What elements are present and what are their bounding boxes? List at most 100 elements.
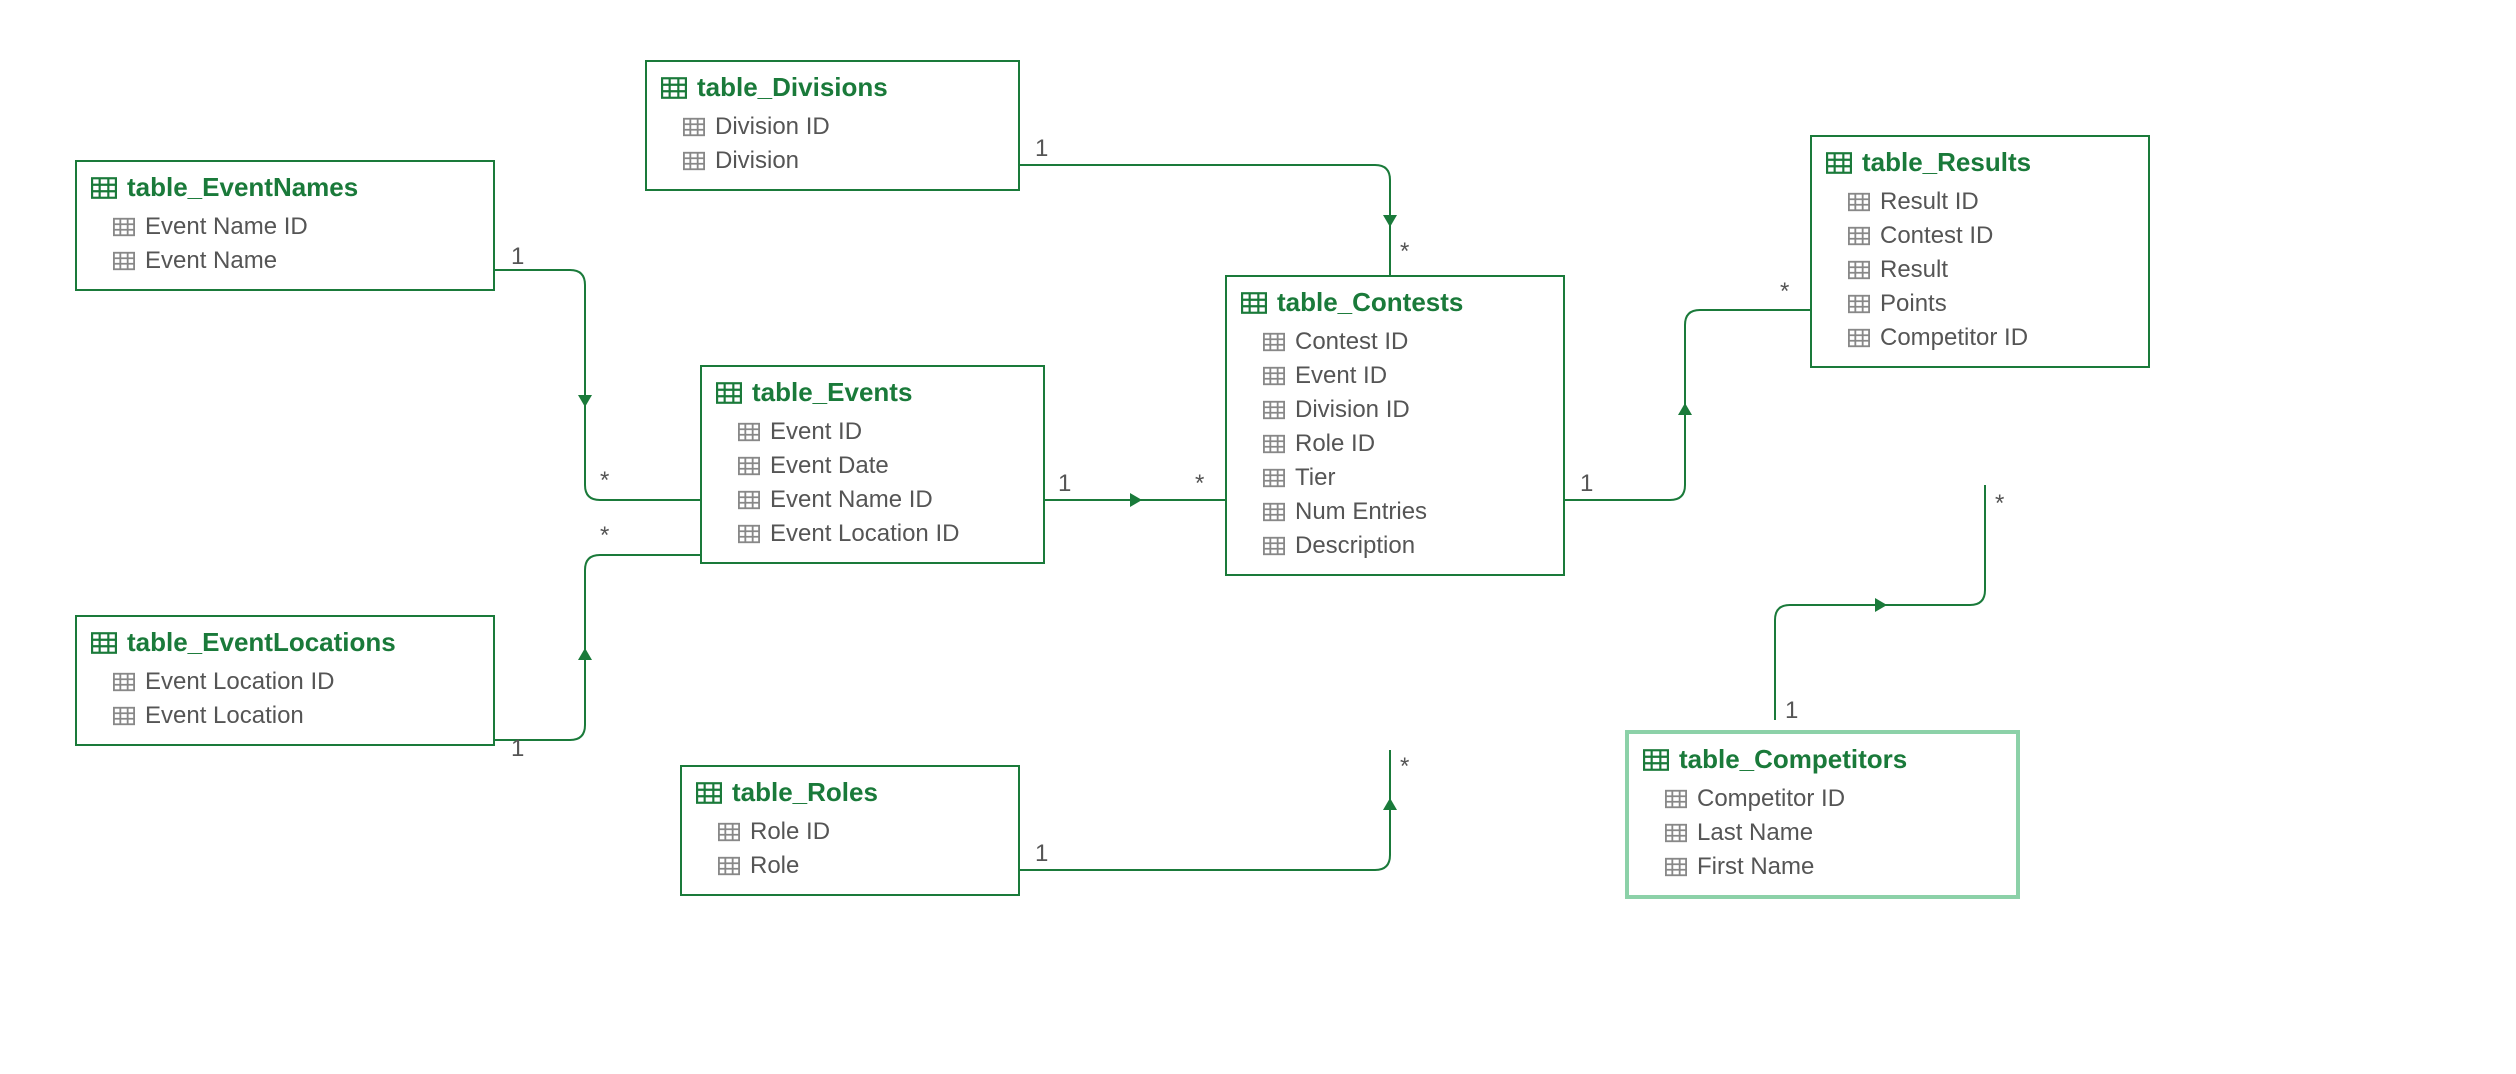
entity-fields: Role ID Role xyxy=(682,814,1018,894)
field-label: Role ID xyxy=(1295,430,1375,458)
field-label: Division xyxy=(715,147,799,175)
field-label: Result ID xyxy=(1880,188,1979,216)
entity-contests[interactable]: table_Contests Contest ID Event ID Divis… xyxy=(1225,275,1565,576)
table-icon xyxy=(1241,292,1267,314)
field-row[interactable]: Division ID xyxy=(683,113,1004,141)
table-icon xyxy=(1263,366,1285,386)
table-icon xyxy=(738,490,760,510)
table-icon xyxy=(91,632,117,654)
entity-title: table_Events xyxy=(752,377,912,408)
cardinality-many: * xyxy=(1195,470,1204,498)
cardinality-one: 1 xyxy=(1035,135,1048,163)
field-row[interactable]: Event Location xyxy=(113,702,479,730)
cardinality-many: * xyxy=(1780,278,1789,306)
field-row[interactable]: Result ID xyxy=(1848,188,2134,216)
field-row[interactable]: Tier xyxy=(1263,464,1549,492)
field-row[interactable]: Contest ID xyxy=(1263,328,1549,356)
field-row[interactable]: Division xyxy=(683,147,1004,175)
field-row[interactable]: Role ID xyxy=(718,818,1004,846)
table-icon xyxy=(91,177,117,199)
table-icon xyxy=(1263,332,1285,352)
entity-events[interactable]: table_Events Event ID Event Date Event N… xyxy=(700,365,1045,564)
cardinality-many: * xyxy=(600,467,609,495)
entity-event-names[interactable]: table_EventNames Event Name ID Event Nam… xyxy=(75,160,495,291)
field-label: Event Location xyxy=(145,702,304,730)
field-label: First Name xyxy=(1697,853,1814,881)
field-row[interactable]: Event Date xyxy=(738,452,1029,480)
field-row[interactable]: Division ID xyxy=(1263,396,1549,424)
table-icon xyxy=(1826,152,1852,174)
field-label: Event Location ID xyxy=(770,520,959,548)
table-icon xyxy=(738,524,760,544)
entity-roles[interactable]: table_Roles Role ID Role xyxy=(680,765,1020,896)
table-icon xyxy=(696,782,722,804)
entity-fields: Contest ID Event ID Division ID Role ID … xyxy=(1227,324,1563,574)
table-icon xyxy=(1263,400,1285,420)
field-label: Division ID xyxy=(715,113,830,141)
field-row[interactable]: First Name xyxy=(1665,853,2002,881)
table-icon xyxy=(738,456,760,476)
field-label: Event ID xyxy=(770,418,862,446)
field-label: Division ID xyxy=(1295,396,1410,424)
field-row[interactable]: Description xyxy=(1263,532,1549,560)
field-label: Competitor ID xyxy=(1880,324,2028,352)
table-icon xyxy=(661,77,687,99)
field-row[interactable]: Event Location ID xyxy=(113,668,479,696)
table-icon xyxy=(1848,328,1870,348)
field-row[interactable]: Role ID xyxy=(1263,430,1549,458)
field-row[interactable]: Last Name xyxy=(1665,819,2002,847)
field-row[interactable]: Result xyxy=(1848,256,2134,284)
field-label: Role xyxy=(750,852,799,880)
field-label: Tier xyxy=(1295,464,1335,492)
table-icon xyxy=(113,672,135,692)
field-label: Event Name ID xyxy=(145,213,308,241)
field-row[interactable]: Event Name xyxy=(113,247,479,275)
entity-fields: Division ID Division xyxy=(647,109,1018,189)
table-icon xyxy=(113,217,135,237)
entity-fields: Competitor ID Last Name First Name xyxy=(1629,781,2016,895)
field-row[interactable]: Role xyxy=(718,852,1004,880)
table-icon xyxy=(113,251,135,271)
entity-title: table_EventLocations xyxy=(127,627,396,658)
cardinality-one: 1 xyxy=(511,735,524,763)
cardinality-one: 1 xyxy=(1785,697,1798,725)
cardinality-many: * xyxy=(1400,238,1409,266)
field-label: Event ID xyxy=(1295,362,1387,390)
table-icon xyxy=(1263,468,1285,488)
field-row[interactable]: Points xyxy=(1848,290,2134,318)
entity-event-locations[interactable]: table_EventLocations Event Location ID E… xyxy=(75,615,495,746)
field-label: Role ID xyxy=(750,818,830,846)
entity-competitors[interactable]: table_Competitors Competitor ID Last Nam… xyxy=(1625,730,2020,899)
entity-results[interactable]: table_Results Result ID Contest ID Resul… xyxy=(1810,135,2150,368)
table-icon xyxy=(1848,260,1870,280)
table-icon xyxy=(716,382,742,404)
field-label: Event Name xyxy=(145,247,277,275)
entity-fields: Result ID Contest ID Result Points Compe… xyxy=(1812,184,2148,366)
field-row[interactable]: Competitor ID xyxy=(1665,785,2002,813)
entity-title: table_Contests xyxy=(1277,287,1463,318)
field-label: Result xyxy=(1880,256,1948,284)
table-icon xyxy=(718,822,740,842)
field-row[interactable]: Event Name ID xyxy=(738,486,1029,514)
field-label: Contest ID xyxy=(1295,328,1408,356)
field-row[interactable]: Num Entries xyxy=(1263,498,1549,526)
field-label: Description xyxy=(1295,532,1415,560)
field-label: Last Name xyxy=(1697,819,1813,847)
field-row[interactable]: Contest ID xyxy=(1848,222,2134,250)
field-label: Event Location ID xyxy=(145,668,334,696)
field-label: Num Entries xyxy=(1295,498,1427,526)
field-row[interactable]: Event ID xyxy=(738,418,1029,446)
table-icon xyxy=(718,856,740,876)
entity-divisions[interactable]: table_Divisions Division ID Division xyxy=(645,60,1020,191)
field-label: Competitor ID xyxy=(1697,785,1845,813)
field-row[interactable]: Event Location ID xyxy=(738,520,1029,548)
field-row[interactable]: Event ID xyxy=(1263,362,1549,390)
field-row[interactable]: Competitor ID xyxy=(1848,324,2134,352)
field-row[interactable]: Event Name ID xyxy=(113,213,479,241)
table-icon xyxy=(683,117,705,137)
entity-title: table_Competitors xyxy=(1679,744,1907,775)
cardinality-one: 1 xyxy=(1035,840,1048,868)
entity-title: table_EventNames xyxy=(127,172,358,203)
field-label: Points xyxy=(1880,290,1947,318)
entity-title: table_Results xyxy=(1862,147,2031,178)
